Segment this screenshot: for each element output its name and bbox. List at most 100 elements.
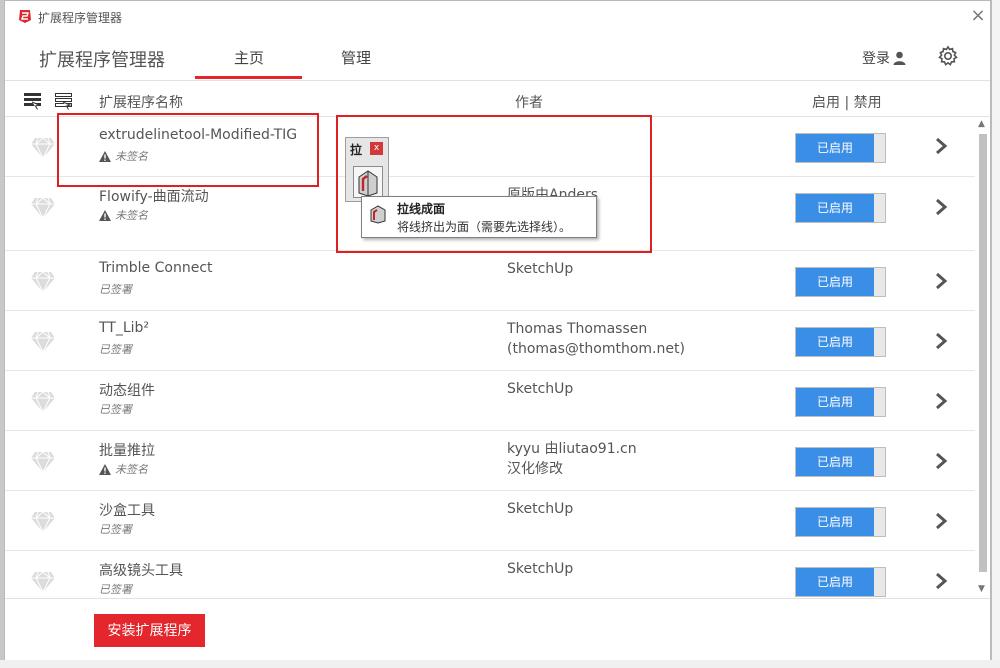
enable-toggle[interactable]: 已启用	[795, 447, 886, 477]
enable-toggle[interactable]: 已启用	[795, 567, 886, 597]
signature-label: 已签署	[99, 583, 132, 596]
extension-author: SketchUp	[507, 561, 574, 577]
login-button[interactable]: 登录	[862, 48, 906, 68]
gem-icon	[30, 451, 56, 473]
enable-toggle[interactable]: 已启用	[795, 387, 886, 417]
chevron-right-icon[interactable]	[933, 332, 949, 350]
chevron-right-icon[interactable]	[933, 272, 949, 290]
extension-author: SketchUp	[507, 381, 574, 397]
sketchup-logo-icon	[19, 10, 31, 23]
tooltip: 拉线成面 将线挤出为面（需要先选择线）。	[361, 196, 597, 238]
annotation-box-name	[57, 113, 319, 187]
enable-toggle[interactable]: 已启用	[795, 133, 886, 163]
extension-row[interactable]: 高级镜头工具 已签署 SketchUp 已启用	[5, 551, 975, 598]
extension-row[interactable]: Trimble Connect 已签署 SketchUp 已启用	[5, 251, 975, 311]
scroll-up-icon[interactable]: ▲	[978, 119, 985, 129]
extension-name: 高级镜头工具	[99, 563, 183, 579]
enable-toggle[interactable]: 已启用	[795, 507, 886, 537]
enabled-label: 已启用	[796, 388, 874, 416]
gem-icon	[30, 331, 56, 353]
extension-manager-window: 扩展程序管理器 × 扩展程序管理器 主页 管理 登录 扩展程序名称 作者 启用 …	[4, 0, 991, 660]
extension-author: (thomas@thomthom.net)	[507, 341, 685, 357]
tab-home[interactable]: 主页	[234, 47, 264, 68]
extension-row[interactable]: TT_Lib² 已签署 Thomas Thomassen (thomas@thomth…	[5, 311, 975, 371]
tooltip-description: 将线挤出为面（需要先选择线）。	[397, 220, 572, 234]
extension-name: 批量推拉	[99, 443, 155, 459]
extrude-line-button[interactable]	[353, 166, 383, 198]
tooltip-title: 拉线成面	[397, 202, 446, 216]
login-label: 登录	[862, 51, 890, 67]
install-extension-button[interactable]: 安装扩展程序	[94, 614, 205, 647]
toolbar-title: 拉	[350, 143, 363, 157]
enabled-label: 已启用	[796, 448, 874, 476]
chevron-right-icon[interactable]	[933, 198, 949, 216]
signed-status: 已签署	[99, 401, 132, 417]
signed-status: 已签署	[99, 521, 132, 537]
column-author-header: 作者	[515, 95, 543, 111]
extension-row[interactable]: 沙盒工具已签署 SketchUp 已启用	[5, 491, 975, 551]
extension-name: Trimble Connect	[99, 260, 213, 276]
chevron-right-icon[interactable]	[933, 512, 949, 530]
signature-label: 已签署	[99, 523, 132, 536]
title-bar: 扩展程序管理器 ×	[5, 1, 990, 32]
desktop-background-bottom	[0, 660, 1000, 668]
enable-toggle[interactable]: 已启用	[795, 267, 886, 297]
extrude-line-icon	[370, 205, 386, 224]
gem-icon	[30, 511, 56, 533]
window-title: 扩展程序管理器	[38, 11, 123, 25]
extension-name: Flowify-曲面流动	[99, 189, 209, 205]
extension-row[interactable]: 动态组件 已签署 SketchUp 已启用	[5, 371, 975, 431]
column-name-header: 扩展程序名称	[99, 95, 183, 111]
close-icon[interactable]: ×	[967, 4, 989, 28]
unsigned-status: 未签名	[99, 461, 148, 477]
signature-label: 已签署	[99, 403, 132, 416]
chevron-right-icon[interactable]	[933, 572, 949, 590]
chevron-right-icon[interactable]	[933, 452, 949, 470]
brand-title: 扩展程序管理器	[39, 50, 165, 71]
column-header: 扩展程序名称 作者 启用 | 禁用	[5, 81, 990, 117]
column-toggle-header: 启用 | 禁用	[812, 95, 882, 111]
enabled-label: 已启用	[796, 508, 874, 536]
enable-toggle[interactable]: 已启用	[795, 193, 886, 223]
signature-label: 已签署	[99, 283, 132, 296]
enabled-label: 已启用	[796, 328, 874, 356]
warning-icon	[99, 209, 115, 222]
deselect-icon[interactable]	[54, 90, 74, 110]
extension-author: SketchUp	[507, 261, 574, 277]
gem-icon	[30, 571, 56, 593]
extension-row[interactable]: 批量推拉 未签名 kyyu 由liutao91.cn 汉化修改 已启用	[5, 431, 975, 491]
unsigned-status: 未签名	[99, 207, 148, 223]
extension-name: 沙盒工具	[99, 503, 155, 519]
extension-author: Thomas Thomassen	[507, 321, 648, 337]
gem-icon	[30, 197, 56, 219]
signed-status: 已签署	[99, 581, 132, 597]
scroll-down-icon[interactable]: ▼	[978, 584, 985, 594]
header: 扩展程序管理器 主页 管理 登录	[5, 32, 990, 81]
list-scrollbar[interactable]: ▲ ▼	[977, 118, 989, 598]
tab-manage[interactable]: 管理	[341, 47, 371, 68]
select-all-icon[interactable]	[23, 90, 43, 110]
scrollbar-thumb[interactable]	[979, 134, 987, 572]
enabled-label: 已启用	[796, 194, 874, 222]
floating-toolbar[interactable]: 拉 x	[345, 137, 389, 202]
warning-icon	[99, 463, 115, 476]
close-icon[interactable]: x	[370, 142, 383, 155]
chevron-right-icon[interactable]	[933, 137, 949, 155]
gear-icon[interactable]	[937, 45, 959, 67]
enable-toggle[interactable]: 已启用	[795, 327, 886, 357]
enabled-label: 已启用	[796, 268, 874, 296]
extension-author: kyyu 由liutao91.cn	[507, 441, 637, 457]
desktop-background-right	[991, 0, 1000, 668]
gem-icon	[30, 391, 56, 413]
footer: 安装扩展程序	[5, 598, 990, 660]
active-tab-indicator	[195, 76, 302, 79]
gem-icon	[30, 137, 56, 159]
signed-status: 已签署	[99, 341, 132, 357]
user-icon	[893, 51, 906, 65]
gem-icon	[30, 271, 56, 293]
signed-status: 已签署	[99, 281, 132, 297]
extrude-line-icon	[358, 170, 378, 197]
extension-author: SketchUp	[507, 501, 574, 517]
chevron-right-icon[interactable]	[933, 392, 949, 410]
extension-name: TT_Lib²	[99, 320, 150, 336]
